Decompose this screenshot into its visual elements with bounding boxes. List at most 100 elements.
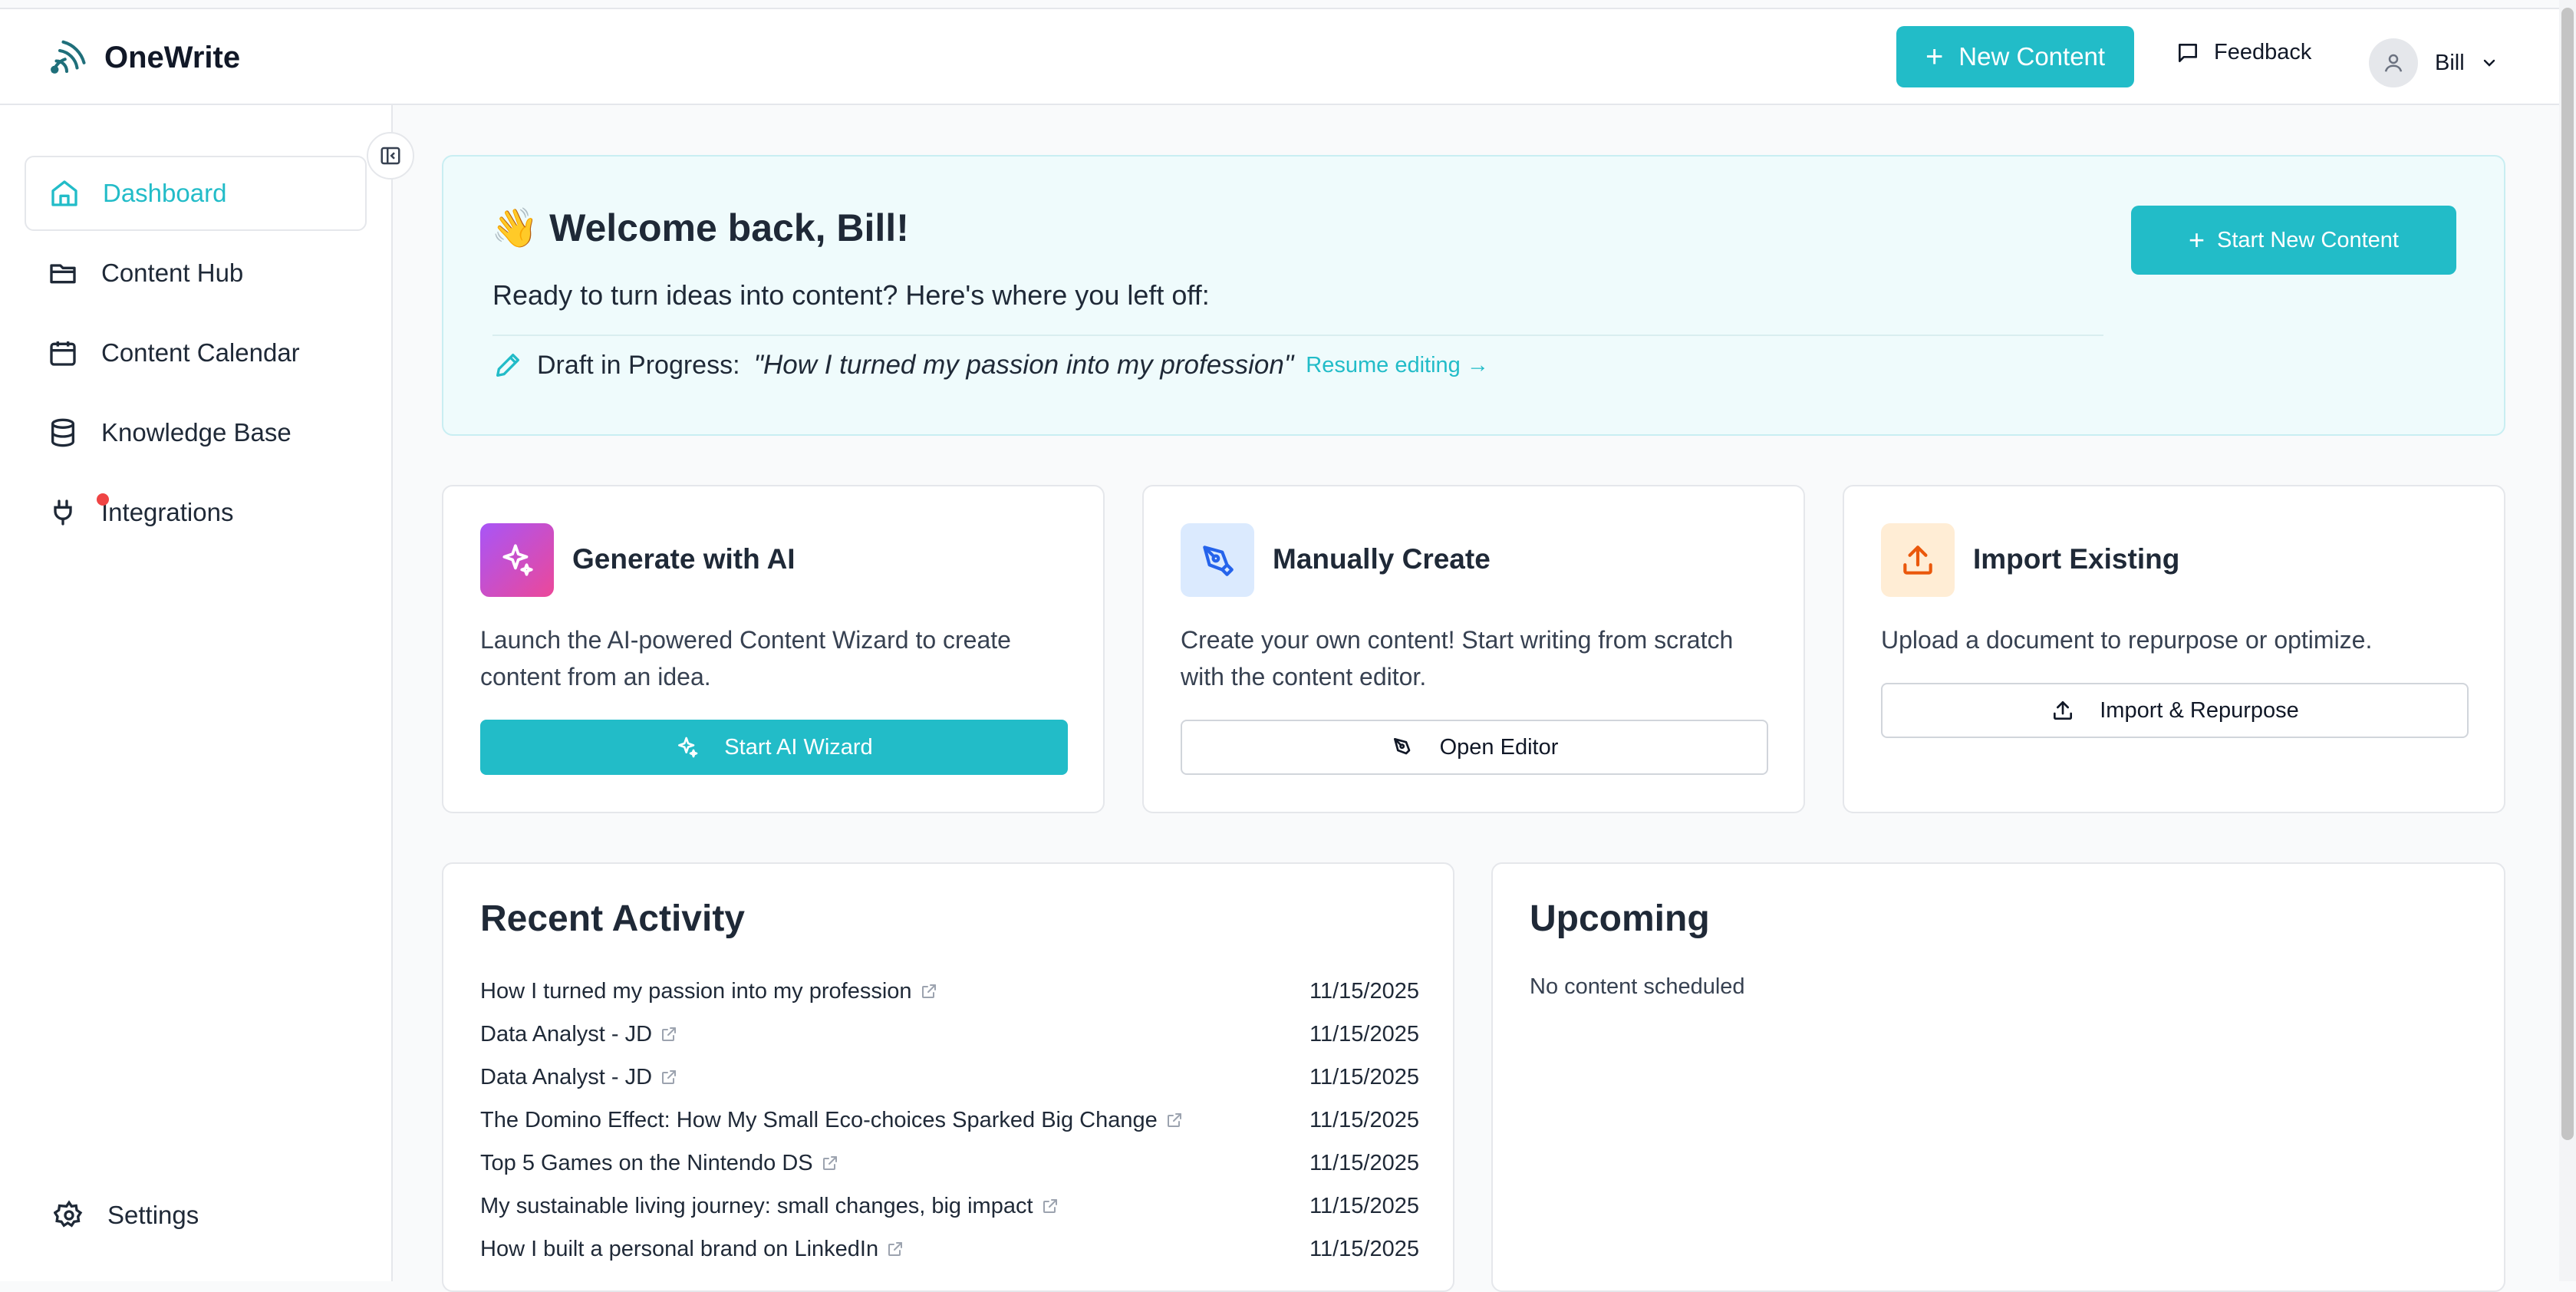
upload-icon (1903, 545, 1932, 575)
activity-title-text: How I turned my passion into my professi… (480, 978, 912, 1004)
notification-dot (97, 493, 109, 506)
sidebar-item-label: Content Hub (101, 259, 244, 287)
external-link-icon (662, 1027, 677, 1041)
import-repurpose-label: Import & Repurpose (2100, 697, 2299, 723)
sidebar-item-content-calendar[interactable]: Content Calendar (25, 315, 367, 391)
card-manually-create: Manually Create Create your own content!… (1142, 485, 1805, 813)
welcome-title-text: Welcome back, Bill! (549, 206, 909, 249)
sidebar-item-content-hub[interactable]: Content Hub (25, 236, 367, 311)
upload-icon (2054, 701, 2073, 720)
sidebar: Dashboard Content Hub Content Calendar K… (0, 105, 393, 1281)
activity-row[interactable]: The Domino Effect: How My Small Eco-choi… (480, 1099, 1419, 1142)
chevron-down-icon (2483, 59, 2495, 67)
plus-icon: + (2189, 224, 2205, 255)
sidebar-item-settings[interactable]: Settings (31, 1178, 373, 1253)
card-icon-container (1181, 523, 1254, 597)
activity-title-text: The Domino Effect: How My Small Eco-choi… (480, 1107, 1158, 1132)
activity-title-text: My sustainable living journey: small cha… (480, 1193, 1033, 1218)
activity-date: 11/15/2025 (1309, 1021, 1419, 1046)
database-icon (51, 418, 74, 447)
sidebar-item-integrations[interactable]: Integrations (25, 475, 367, 550)
scrollbar-thumb[interactable] (2561, 8, 2574, 1140)
external-link-icon (921, 984, 936, 998)
card-title: Generate with AI (572, 543, 796, 575)
import-repurpose-button[interactable]: Import & Repurpose (1881, 683, 2469, 738)
activity-title[interactable]: Data Analyst - JD (480, 1022, 678, 1047)
gear-icon (54, 1200, 83, 1228)
wave-emoji: 👋 (491, 206, 539, 249)
activity-title[interactable]: The Domino Effect: How My Small Eco-choi… (480, 1108, 1184, 1133)
pencil-icon (496, 354, 519, 377)
draft-in-progress: Draft in Progress: "How I turned my pass… (492, 350, 1489, 381)
activity-row[interactable]: Data Analyst - JD 11/15/2025 (480, 1056, 1419, 1099)
card-icon-container (1881, 523, 1955, 597)
activity-row[interactable]: How I built a personal brand on LinkedIn… (480, 1228, 1419, 1271)
card-icon-container (480, 523, 554, 597)
pen-tool-icon (1203, 545, 1234, 576)
top-bar: OneWrite + New Content Feedback Bill (0, 8, 2561, 105)
draft-title: "How I turned my passion into my profess… (753, 350, 1294, 380)
start-new-content-button[interactable]: + Start New Content (2131, 206, 2456, 275)
new-content-button[interactable]: + New Content (1896, 26, 2134, 87)
plus-icon: + (1925, 39, 1944, 74)
activity-row[interactable]: Top 5 Games on the Nintendo DS 11/15/2025 (480, 1142, 1419, 1185)
sidebar-item-dashboard[interactable]: Dashboard (25, 156, 367, 231)
user-name: Bill (2435, 50, 2465, 75)
app-root: OneWrite + New Content Feedback Bill Das… (0, 0, 2576, 1292)
open-editor-label: Open Editor (1439, 734, 1559, 760)
sidebar-item-label: Integrations (101, 498, 234, 526)
upcoming-title: Upcoming (1530, 898, 1710, 939)
pen-tool-icon (1393, 738, 1410, 755)
collapse-sidebar-button[interactable] (367, 132, 414, 180)
activity-title-text: Top 5 Games on the Nintendo DS (480, 1150, 813, 1175)
activity-row[interactable]: Data Analyst - JD 11/15/2025 (480, 1013, 1419, 1056)
resume-editing-link[interactable]: Resume editing → (1306, 353, 1489, 378)
recent-activity-panel: Recent Activity How I turned my passion … (442, 862, 1454, 1292)
activity-title-text: Data Analyst - JD (480, 1064, 653, 1089)
external-link-icon (888, 1242, 903, 1256)
panel-collapse-icon (380, 147, 400, 165)
folder-icon (50, 264, 76, 284)
activity-date: 11/15/2025 (1309, 1064, 1419, 1089)
sidebar-item-knowledge-base[interactable]: Knowledge Base (25, 395, 367, 470)
external-link-icon (662, 1070, 677, 1084)
activity-date: 11/15/2025 (1309, 1236, 1419, 1261)
activity-row[interactable]: How I turned my passion into my professi… (480, 970, 1419, 1013)
logo-icon (51, 40, 86, 74)
activity-title-text: Data Analyst - JD (480, 1021, 653, 1046)
logo[interactable]: OneWrite (46, 37, 240, 78)
activity-title[interactable]: How I built a personal brand on LinkedIn (480, 1237, 904, 1262)
activity-title[interactable]: My sustainable living journey: small cha… (480, 1194, 1059, 1219)
external-link-icon (1043, 1199, 1057, 1213)
sidebar-item-label: Knowledge Base (101, 418, 292, 447)
activity-date: 11/15/2025 (1309, 1107, 1419, 1132)
home-icon (51, 180, 77, 206)
external-link-icon (822, 1156, 837, 1170)
plug-icon (54, 499, 72, 526)
sparkles-icon (502, 544, 533, 576)
start-ai-wizard-label: Start AI Wizard (724, 734, 873, 760)
activity-date: 11/15/2025 (1309, 1150, 1419, 1175)
card-title: Import Existing (1973, 543, 2180, 575)
settings-label: Settings (107, 1201, 199, 1229)
user-menu[interactable]: Bill (2369, 38, 2499, 87)
activity-date: 11/15/2025 (1309, 1193, 1419, 1218)
activity-title[interactable]: How I turned my passion into my professi… (480, 979, 938, 1004)
external-link-icon (1167, 1113, 1181, 1127)
divider (492, 335, 2103, 336)
start-ai-wizard-button[interactable]: Start AI Wizard (480, 720, 1068, 775)
card-import-existing: Import Existing Upload a document to rep… (1843, 485, 2505, 813)
user-icon (2384, 54, 2403, 72)
calendar-icon (50, 341, 76, 366)
feedback-button[interactable]: Feedback (2176, 40, 2311, 65)
sidebar-item-label: Dashboard (103, 179, 227, 207)
welcome-banner: 👋 Welcome back, Bill! Ready to turn idea… (442, 155, 2505, 436)
start-new-content-label: Start New Content (2217, 227, 2399, 252)
open-editor-button[interactable]: Open Editor (1181, 720, 1768, 775)
activity-title[interactable]: Data Analyst - JD (480, 1065, 678, 1090)
draft-label: Draft in Progress: (537, 350, 740, 380)
card-description: Launch the AI-powered Content Wizard to … (480, 626, 1011, 690)
card-description: Create your own content! Start writing f… (1181, 626, 1734, 690)
activity-title[interactable]: Top 5 Games on the Nintendo DS (480, 1151, 839, 1176)
activity-row[interactable]: My sustainable living journey: small cha… (480, 1185, 1419, 1228)
